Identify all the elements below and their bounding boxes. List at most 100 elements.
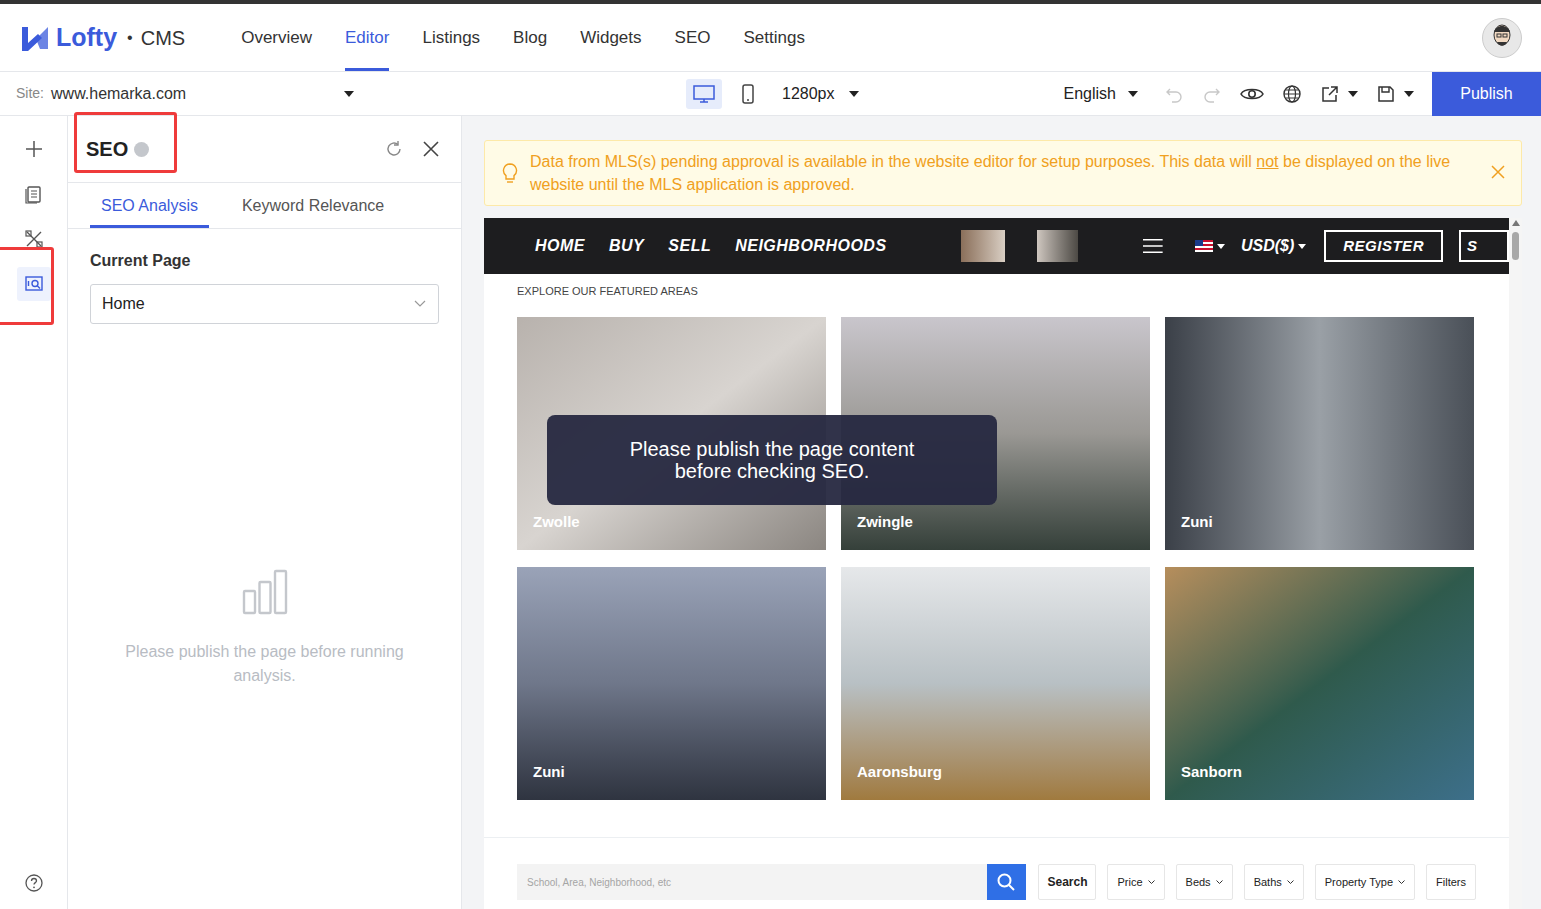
- panel-tab[interactable]: SEO Analysis: [90, 183, 209, 228]
- scrollbar[interactable]: [1509, 218, 1522, 909]
- filter-label[interactable]: Property Type: [1325, 874, 1393, 891]
- nav-tab[interactable]: Settings: [743, 4, 804, 71]
- nav-tab[interactable]: Blog: [513, 4, 547, 71]
- register-label[interactable]: REGISTER: [1343, 237, 1424, 254]
- undo-icon: [1164, 84, 1184, 104]
- page-select[interactable]: Home: [90, 284, 439, 324]
- nav-label[interactable]: Widgets: [580, 25, 641, 51]
- filters-label[interactable]: Filters: [1436, 874, 1466, 891]
- rail-item[interactable]: [11, 261, 57, 306]
- site-value[interactable]: www.hemarka.com: [51, 82, 186, 106]
- lightbulb-icon: [502, 163, 518, 185]
- area-card[interactable]: Zuni: [1165, 317, 1474, 550]
- area-name: Zwolle: [533, 513, 580, 530]
- rail-item[interactable]: [11, 216, 57, 261]
- nav-tab[interactable]: Overview: [241, 4, 312, 71]
- search-row: Search Price Beds Baths Property Type Filters: [517, 864, 1476, 900]
- nav-tab[interactable]: Editor: [345, 4, 389, 71]
- site-menu-item[interactable]: BUY: [609, 234, 644, 258]
- avatar-icon[interactable]: [1482, 18, 1522, 58]
- menu-icon[interactable]: [1143, 238, 1163, 254]
- search-input[interactable]: [517, 864, 987, 900]
- signin-button[interactable]: S: [1459, 230, 1509, 262]
- nav-label[interactable]: Blog: [513, 25, 547, 51]
- filter-label[interactable]: Price: [1117, 874, 1142, 891]
- currency-select[interactable]: USD($): [1241, 234, 1294, 258]
- nav-tab[interactable]: Listings: [422, 4, 480, 71]
- filters-button[interactable]: Filters: [1426, 864, 1476, 900]
- nav-tab[interactable]: Widgets: [580, 4, 641, 71]
- site-preview: HOMEBUYSELLNEIGHBORHOODSUSD($)REGISTERSE…: [484, 218, 1522, 909]
- toolbar-action[interactable]: [1376, 84, 1414, 104]
- chevron-icon: [1148, 880, 1155, 885]
- register-button[interactable]: REGISTER: [1324, 230, 1443, 262]
- panel-tabs: SEO Analysis Keyword Relevance: [68, 183, 461, 229]
- area-name: Aaronsburg: [857, 763, 942, 780]
- site-menu-item[interactable]: SELL: [668, 234, 711, 258]
- tab-label[interactable]: Keyword Relevance: [242, 194, 384, 218]
- site-menu-item[interactable]: NEIGHBORHOODS: [735, 234, 886, 258]
- filter-dropdown[interactable]: Baths: [1244, 864, 1304, 900]
- banner-text-part: Data from MLS(s) pending approval is ava…: [530, 153, 1256, 170]
- close-icon[interactable]: [1491, 165, 1505, 179]
- search-icon-button[interactable]: [987, 864, 1027, 900]
- close-icon[interactable]: [423, 141, 439, 157]
- tab-label[interactable]: SEO Analysis: [101, 194, 198, 218]
- filter-label[interactable]: Baths: [1254, 874, 1282, 891]
- nav-label[interactable]: SEO: [675, 25, 711, 51]
- publish-button[interactable]: Publish: [1432, 72, 1541, 116]
- nav-tab[interactable]: SEO: [675, 4, 711, 71]
- filter-dropdown[interactable]: Property Type: [1315, 864, 1415, 900]
- nav-label[interactable]: Settings: [743, 25, 804, 51]
- toolbar-action[interactable]: [1164, 84, 1184, 104]
- info-icon[interactable]: [134, 142, 149, 157]
- product-name: CMS: [141, 23, 185, 53]
- chevron-icon: [414, 300, 426, 308]
- rail-item[interactable]: [11, 126, 57, 171]
- mls-banner: Data from MLS(s) pending approval is ava…: [484, 140, 1522, 206]
- bar-chart-icon: [242, 569, 288, 615]
- width-value[interactable]: 1280px: [782, 82, 835, 106]
- area-name: Zuni: [533, 763, 565, 780]
- device-toggle[interactable]: [730, 79, 766, 109]
- area-card[interactable]: Zuni: [517, 567, 826, 800]
- publish-label[interactable]: Publish: [1460, 82, 1512, 106]
- language-value[interactable]: English: [1064, 82, 1116, 106]
- area-card[interactable]: Aaronsburg: [841, 567, 1150, 800]
- toolbar-action[interactable]: [1202, 84, 1222, 104]
- logo[interactable]: Lofty•CMS: [20, 4, 185, 71]
- nav-label[interactable]: Listings: [422, 25, 480, 51]
- device-toggle[interactable]: [686, 79, 722, 109]
- editor-canvas: Data from MLS(s) pending approval is ava…: [462, 116, 1541, 909]
- width-select[interactable]: 1280px: [782, 82, 859, 106]
- filter-label[interactable]: Beds: [1186, 874, 1211, 891]
- toolbar-action[interactable]: [1240, 84, 1264, 104]
- toolbar-action[interactable]: [1320, 84, 1358, 104]
- site-menu-item[interactable]: HOME: [535, 234, 585, 258]
- eye-icon: [1240, 84, 1264, 104]
- search-label[interactable]: Search: [1047, 873, 1087, 891]
- select-value[interactable]: Home: [102, 292, 145, 316]
- help-icon[interactable]: [24, 873, 44, 893]
- tools-icon: [24, 229, 44, 249]
- flag-icon[interactable]: [1195, 240, 1213, 252]
- field-label: Current Page: [90, 250, 439, 272]
- search-button[interactable]: Search: [1038, 864, 1096, 900]
- toolbar-action[interactable]: [1282, 84, 1302, 104]
- filter-dropdown[interactable]: Beds: [1176, 864, 1233, 900]
- panel-tab[interactable]: Keyword Relevance: [231, 183, 395, 228]
- rail-item[interactable]: [11, 171, 57, 216]
- area-card[interactable]: Sanborn: [1165, 567, 1474, 800]
- toast: Please publish the page content before c…: [547, 415, 997, 505]
- caret-icon: [1348, 91, 1358, 97]
- site-select[interactable]: Site:www.hemarka.com: [16, 82, 354, 106]
- nav-label[interactable]: Editor: [345, 25, 389, 51]
- cut-label[interactable]: S: [1467, 237, 1477, 254]
- filter-dropdown[interactable]: Price: [1107, 864, 1164, 900]
- seo-panel: SEO SEO Analysis Keyword Relevance Current …: [68, 116, 462, 909]
- nav-label[interactable]: Overview: [241, 25, 312, 51]
- lofty-logo-icon: [20, 25, 50, 51]
- panel-title: SEO: [86, 134, 128, 164]
- refresh-icon[interactable]: [385, 140, 403, 158]
- language-select[interactable]: English: [1064, 82, 1138, 106]
